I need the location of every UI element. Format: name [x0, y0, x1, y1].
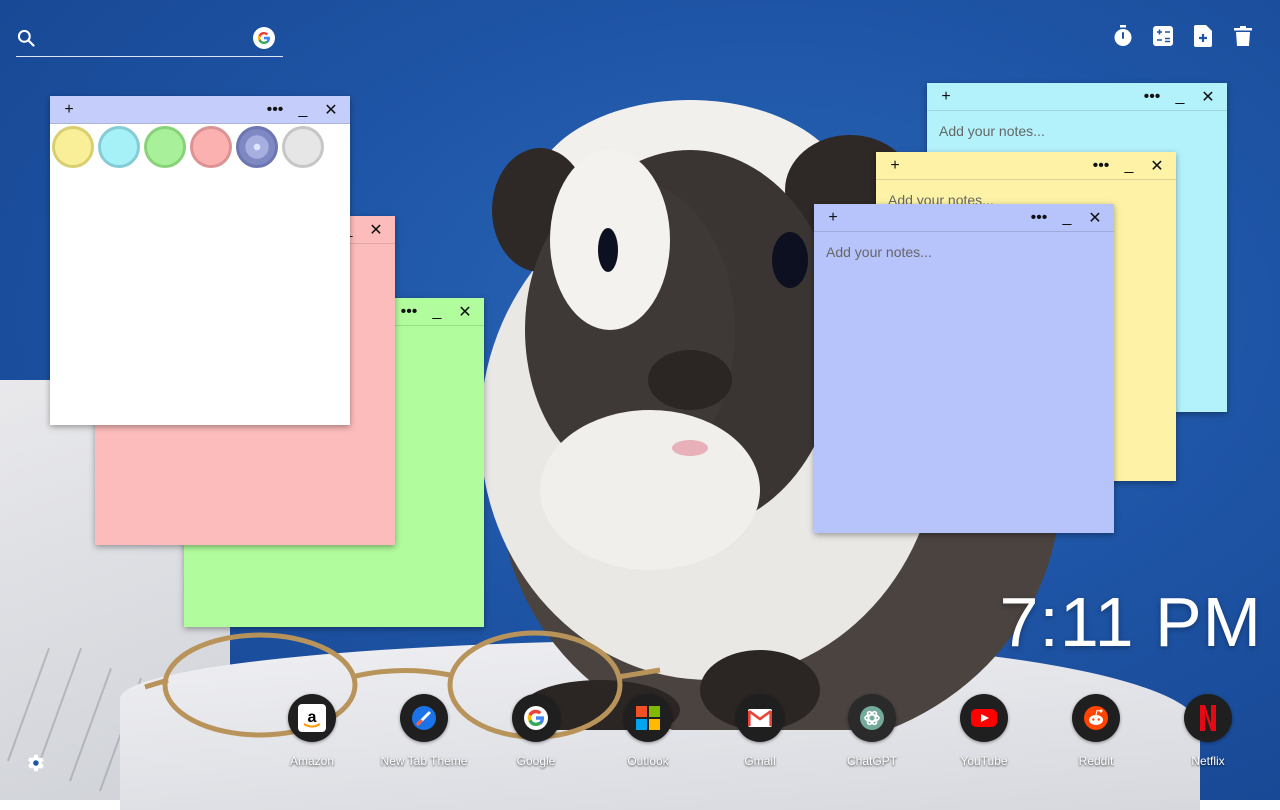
google-icon: [512, 694, 560, 742]
color-swatch-yellow[interactable]: [52, 126, 94, 168]
note-minimize-button[interactable]: _: [292, 99, 314, 121]
shortcut-label: Outlook: [627, 754, 669, 768]
note-more-button[interactable]: •••: [1028, 207, 1050, 229]
note-minimize-button[interactable]: _: [1169, 86, 1191, 108]
shortcut-netflix[interactable]: Netflix: [1152, 694, 1264, 768]
shortcut-label: New Tab Theme: [380, 754, 468, 768]
note-close-button[interactable]: ✕: [320, 99, 342, 121]
color-palette: [50, 124, 350, 170]
shortcut-label: Google: [516, 754, 556, 768]
calculator-icon[interactable]: [1152, 24, 1174, 48]
note-add-button[interactable]: +: [935, 86, 957, 108]
clock: 7:11 PM: [999, 583, 1262, 661]
note-close-button[interactable]: ✕: [1197, 86, 1219, 108]
new-note-icon[interactable]: [1192, 24, 1214, 48]
search-bar: [16, 20, 283, 57]
note-more-button[interactable]: •••: [1090, 155, 1112, 177]
search-icon[interactable]: [16, 28, 36, 48]
note-minimize-button[interactable]: _: [1056, 207, 1078, 229]
shortcut-amazon[interactable]: a Amazon: [256, 694, 368, 768]
search-input[interactable]: [44, 28, 253, 48]
color-swatch-gray[interactable]: [282, 126, 324, 168]
note-add-button[interactable]: +: [58, 99, 80, 121]
note-more-button[interactable]: •••: [264, 99, 286, 121]
note-close-button[interactable]: ✕: [454, 301, 476, 323]
svg-text:a: a: [308, 709, 317, 726]
shortcut-chatgpt[interactable]: ChatGPT: [816, 694, 928, 768]
shortcut-label: Gmail: [744, 754, 776, 768]
color-swatch-green[interactable]: [144, 126, 186, 168]
shortcut-gmail[interactable]: Gmail: [704, 694, 816, 768]
shortcut-google[interactable]: Google: [480, 694, 592, 768]
chatgpt-icon: [848, 694, 896, 742]
shortcut-outlook[interactable]: Outlook: [592, 694, 704, 768]
microsoft-icon: [624, 694, 672, 742]
shortcut-label: Netflix: [1191, 754, 1225, 768]
youtube-icon: [960, 694, 1008, 742]
note-close-button[interactable]: ✕: [1084, 207, 1106, 229]
netflix-icon: [1184, 694, 1232, 742]
trash-icon[interactable]: [1232, 24, 1254, 48]
shortcut-label: ChatGPT: [846, 754, 897, 768]
note-more-button[interactable]: •••: [1141, 86, 1163, 108]
settings-gear-icon[interactable]: [24, 752, 48, 776]
shortcut-label: YouTube: [960, 754, 1008, 768]
shortcut-label: Amazon: [289, 754, 335, 768]
new-tab-theme-icon: [400, 694, 448, 742]
color-swatch-cyan[interactable]: [98, 126, 140, 168]
color-swatch-pink[interactable]: [190, 126, 232, 168]
google-icon[interactable]: [253, 27, 275, 49]
shortcut-label: Reddit: [1078, 754, 1114, 768]
note-more-button[interactable]: •••: [398, 301, 420, 323]
timer-icon[interactable]: [1112, 24, 1134, 48]
note-textarea[interactable]: [824, 242, 1108, 516]
shortcut-new-tab-theme[interactable]: New Tab Theme: [368, 694, 480, 768]
note-add-button[interactable]: +: [822, 207, 844, 229]
note-minimize-button[interactable]: _: [426, 301, 448, 323]
shortcut-youtube[interactable]: YouTube: [928, 694, 1040, 768]
note-close-button[interactable]: ✕: [1146, 155, 1168, 177]
note-close-button[interactable]: ✕: [365, 219, 387, 241]
note-minimize-button[interactable]: _: [1118, 155, 1140, 177]
note-add-button[interactable]: +: [884, 155, 906, 177]
amazon-icon: a: [288, 694, 336, 742]
shortcut-reddit[interactable]: Reddit: [1040, 694, 1152, 768]
toolbar: [1112, 24, 1254, 48]
sticky-note-white[interactable]: + ••• _ ✕: [50, 96, 350, 425]
color-swatch-blue[interactable]: [236, 126, 278, 168]
gmail-icon: [736, 694, 784, 742]
reddit-icon: [1072, 694, 1120, 742]
sticky-note-blue[interactable]: + ••• _ ✕: [814, 204, 1114, 533]
shortcut-bar: a Amazon New Tab Theme Google Outlook Gm…: [256, 694, 1264, 774]
